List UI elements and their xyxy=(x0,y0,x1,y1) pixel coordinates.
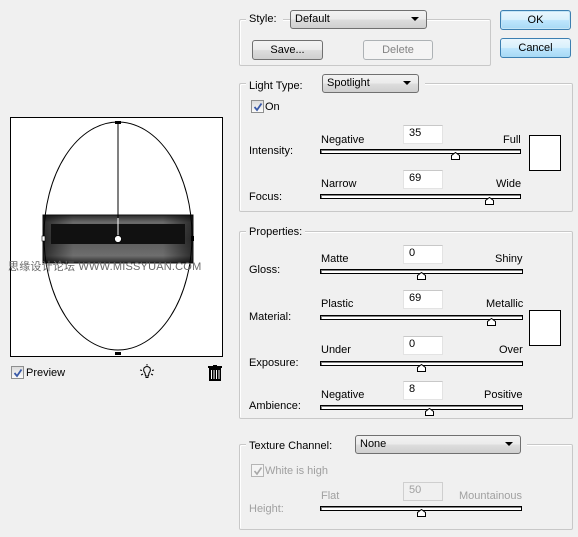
checkmark-icon xyxy=(13,368,23,378)
chevron-down-icon xyxy=(505,442,513,446)
focus-max-label: Wide xyxy=(496,178,522,190)
texture-channel-select[interactable]: None xyxy=(355,435,521,454)
style-select[interactable]: Default xyxy=(290,10,427,29)
slider-thumb[interactable] xyxy=(451,151,461,160)
ambience-label: Ambience: xyxy=(249,400,301,412)
height-min-label: Flat xyxy=(321,490,340,502)
material-color-swatch[interactable] xyxy=(529,310,561,346)
texture-channel-value: None xyxy=(360,438,387,450)
intensity-input[interactable]: 35 xyxy=(403,125,443,144)
gloss-max-label: Shiny xyxy=(495,253,523,265)
material-min-label: Plastic xyxy=(321,298,354,310)
light-color-swatch[interactable] xyxy=(529,135,561,171)
material-label: Material: xyxy=(249,311,292,323)
chevron-down-icon xyxy=(411,17,419,21)
slider-thumb[interactable] xyxy=(417,363,426,372)
properties-title: Properties: xyxy=(246,225,306,239)
slider-thumb[interactable] xyxy=(417,271,426,280)
light-on-label: On xyxy=(265,101,280,113)
light-bulb-icon[interactable] xyxy=(138,364,156,382)
preview-label: Preview xyxy=(26,367,66,379)
gloss-input[interactable]: 0 xyxy=(403,245,443,264)
preview-checkbox[interactable] xyxy=(11,366,24,379)
checkmark-icon xyxy=(253,467,263,476)
height-label: Height: xyxy=(249,503,284,515)
save-style-button[interactable]: Save... xyxy=(252,40,323,60)
ambience-min-label: Negative xyxy=(321,389,365,401)
exposure-label: Exposure: xyxy=(249,357,299,369)
right-handle[interactable] xyxy=(191,236,194,241)
chevron-down-icon xyxy=(403,81,411,85)
material-input[interactable]: 69 xyxy=(403,290,443,309)
height-input[interactable]: 50 xyxy=(403,482,443,501)
watermark-text: 思缘设计论坛 WWW.MISSYUAN.COM xyxy=(8,261,202,273)
gloss-min-label: Matte xyxy=(321,253,349,265)
preview-canvas[interactable] xyxy=(10,117,223,357)
bottom-handle[interactable] xyxy=(115,352,121,355)
focus-min-label: Narrow xyxy=(321,178,357,190)
slider-thumb[interactable] xyxy=(416,508,426,517)
white-is-high-checkbox[interactable] xyxy=(251,464,264,477)
intensity-max-label: Full xyxy=(503,134,521,146)
material-max-label: Metallic xyxy=(486,298,524,310)
slider-thumb[interactable] xyxy=(485,196,495,205)
exposure-input[interactable]: 0 xyxy=(403,336,443,355)
style-label: Style: xyxy=(246,12,283,26)
top-handle[interactable] xyxy=(115,121,121,124)
style-select-value: Default xyxy=(295,13,330,25)
ambience-max-label: Positive xyxy=(484,389,523,401)
ambience-slider[interactable] xyxy=(320,405,523,410)
exposure-min-label: Under xyxy=(321,344,351,356)
left-handle[interactable] xyxy=(41,235,46,242)
light-center-handle[interactable] xyxy=(114,235,122,243)
intensity-min-label: Negative xyxy=(321,134,365,146)
intensity-label: Intensity: xyxy=(249,145,294,157)
checkmark-icon xyxy=(253,102,263,112)
light-on-checkbox[interactable] xyxy=(251,100,264,113)
light-type-value: Spotlight xyxy=(327,77,370,89)
slider-thumb[interactable] xyxy=(487,317,497,326)
slider-thumb[interactable] xyxy=(425,407,435,416)
focus-input[interactable]: 69 xyxy=(403,170,443,189)
height-max-label: Mountainous xyxy=(459,490,522,502)
light-type-select[interactable]: Spotlight xyxy=(322,74,419,93)
ambience-input[interactable]: 8 xyxy=(403,381,443,400)
focus-label: Focus: xyxy=(249,191,283,203)
intensity-slider[interactable] xyxy=(320,149,521,154)
gloss-label: Gloss: xyxy=(249,264,281,276)
delete-style-button[interactable]: Delete xyxy=(363,40,433,60)
ok-button[interactable]: OK xyxy=(500,10,571,30)
exposure-max-label: Over xyxy=(499,344,523,356)
trash-icon[interactable] xyxy=(208,365,222,381)
white-is-high-label: White is high xyxy=(265,465,328,477)
light-preview-svg xyxy=(41,121,194,355)
texture-channel-label: Texture Channel: xyxy=(246,439,373,453)
cancel-button[interactable]: Cancel xyxy=(500,38,571,58)
